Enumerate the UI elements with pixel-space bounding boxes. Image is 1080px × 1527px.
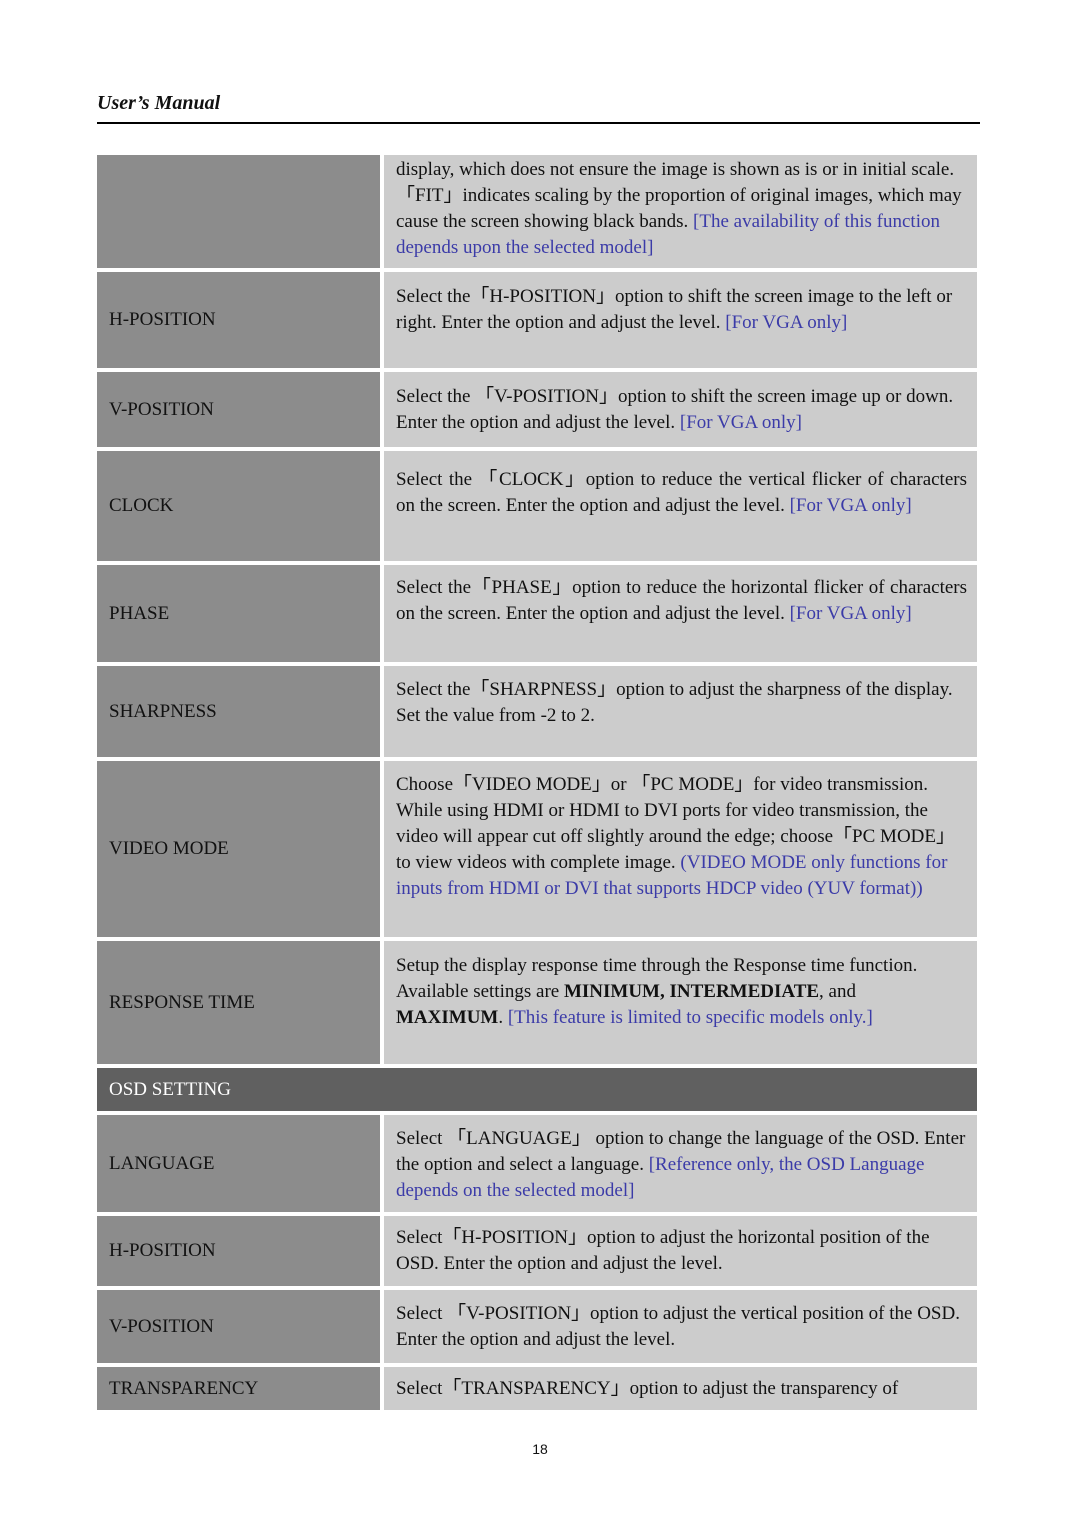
table-row: V-POSITION Select 「V-POSITION」option to … (97, 1290, 977, 1363)
row-label: V-POSITION (97, 372, 380, 447)
row-label: H-POSITION (97, 272, 380, 368)
header-rule (97, 122, 980, 124)
description-text: Select「H-POSITION」option to adjust the h… (396, 1227, 930, 1274)
description-text: , and (819, 981, 856, 1002)
row-description: Select the「SHARPNESS」option to adjust th… (384, 666, 977, 757)
row-description: Select「TRANSPARENCY」option to adjust the… (384, 1367, 977, 1410)
setting-minimum-intermediate: MINIMUM, INTERMEDIATE (563, 981, 820, 1002)
row-description: Setup the display response time through … (384, 941, 977, 1064)
row-label: V-POSITION (97, 1290, 380, 1363)
row-label: SHARPNESS (97, 666, 380, 757)
table-row: SHARPNESS Select the「SHARPNESS」option to… (97, 666, 977, 757)
table-row: V-POSITION Select the 「V-POSITION」option… (97, 372, 977, 447)
row-label: H-POSITION (97, 1216, 380, 1286)
description-note: [This feature is limited to specific mod… (507, 1007, 873, 1028)
description-text: Select 「V-POSITION」option to adjust the … (396, 1303, 960, 1350)
row-description: Select the 「V-POSITION」option to shift t… (384, 372, 977, 447)
description-text: Select the「SHARPNESS」option to adjust th… (396, 679, 953, 726)
description-note: [For VGA only] (725, 312, 848, 333)
table-row: CLOCK Select the 「CLOCK」option to reduce… (97, 451, 977, 561)
row-label: RESPONSE TIME (97, 941, 380, 1064)
description-text: Select「TRANSPARENCY」option to adjust the… (396, 1378, 899, 1399)
description-note: [For VGA only] (679, 412, 802, 433)
table-row: TRANSPARENCY Select「TRANSPARENCY」option … (97, 1367, 977, 1410)
row-description: Select 「LANGUAGE」 option to change the l… (384, 1115, 977, 1212)
table-row: VIDEO MODE Choose「VIDEO MODE」or 「PC MODE… (97, 761, 977, 937)
page-number: 18 (532, 1441, 548, 1457)
row-description: Choose「VIDEO MODE」or 「PC MODE」for video … (384, 761, 977, 937)
row-description: Select the「H-POSITION」option to shift th… (384, 272, 977, 368)
row-description: Select「H-POSITION」option to adjust the h… (384, 1216, 977, 1286)
table-row: LANGUAGE Select 「LANGUAGE」 option to cha… (97, 1115, 977, 1212)
row-label: VIDEO MODE (97, 761, 380, 937)
row-label (97, 155, 380, 268)
table-row: display, which does not ensure the image… (97, 155, 977, 268)
document-header: User’s Manual (97, 92, 221, 114)
row-description: display, which does not ensure the image… (384, 155, 977, 268)
description-text: . (498, 1007, 508, 1028)
description-note: [For VGA only] (789, 603, 912, 624)
table-row: PHASE Select the「PHASE」option to reduce … (97, 565, 977, 662)
row-label: PHASE (97, 565, 380, 662)
row-description: Select 「V-POSITION」option to adjust the … (384, 1290, 977, 1363)
description-text: Select the 「V-POSITION」option to shift t… (396, 386, 954, 433)
row-label: TRANSPARENCY (97, 1367, 380, 1410)
table-row: RESPONSE TIME Setup the display response… (97, 941, 977, 1064)
table-row: H-POSITION Select the「H-POSITION」option … (97, 272, 977, 368)
description-text: Select the「H-POSITION」option to shift th… (396, 286, 953, 333)
row-description: Select the 「CLOCK」option to reduce the v… (384, 451, 977, 561)
description-note: [For VGA only] (789, 495, 912, 516)
section-header-osd-setting: OSD SETTING (97, 1068, 977, 1111)
row-label: LANGUAGE (97, 1115, 380, 1212)
row-description: Select the「PHASE」option to reduce the ho… (384, 565, 977, 662)
table-row: H-POSITION Select「H-POSITION」option to a… (97, 1216, 977, 1286)
setting-maximum: MAXIMUM (396, 1007, 499, 1028)
row-label: CLOCK (97, 451, 380, 561)
